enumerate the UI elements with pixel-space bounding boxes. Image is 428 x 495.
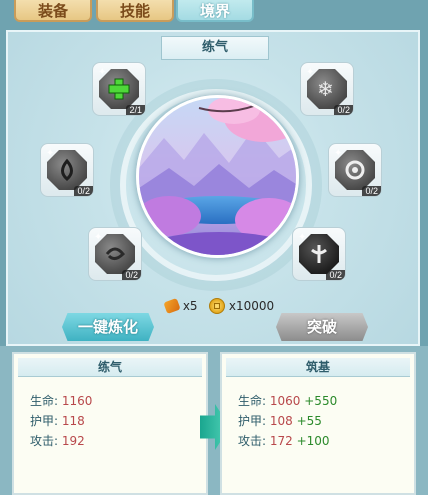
next-stat-armor: 护甲: 108 +55 bbox=[238, 414, 322, 428]
realm-title: 练气 bbox=[161, 36, 269, 60]
next-realm-card: 筑基 生命: 1060 +550 护甲: 108 +55 攻击: 172 +10… bbox=[220, 352, 416, 495]
sparkle-icon: ✦ bbox=[98, 67, 107, 78]
tab-bar: 装备 技能 境界 bbox=[0, 0, 428, 26]
current-stat-attack: 攻击: 192 bbox=[30, 434, 85, 448]
slot-count: 0/2 bbox=[362, 186, 381, 196]
slot-count: 0/2 bbox=[326, 270, 345, 280]
slot-1[interactable]: ✦ 2/1 bbox=[92, 62, 146, 116]
slot-count: 0/2 bbox=[334, 105, 353, 115]
slot-count: 2/1 bbox=[126, 105, 145, 115]
next-realm-title: 筑基 bbox=[226, 358, 410, 377]
current-realm-title: 练气 bbox=[18, 358, 202, 377]
scroll-amount: x5 bbox=[182, 299, 198, 313]
sparkle-icon: ✦ bbox=[306, 67, 315, 78]
slot-4[interactable]: ✦ 0/2 bbox=[328, 143, 382, 197]
current-stat-armor: 护甲: 118 bbox=[30, 414, 85, 428]
slot-3[interactable]: ✦ 0/2 bbox=[40, 143, 94, 197]
current-stat-hp: 生命: 1160 bbox=[30, 394, 93, 408]
scroll-icon bbox=[163, 297, 181, 315]
sparkle-icon: ✦ bbox=[94, 232, 103, 243]
refine-all-button[interactable]: 一键炼化 bbox=[62, 313, 154, 341]
current-realm-card: 练气 生命: 1160 护甲: 118 攻击: 192 bbox=[12, 352, 208, 495]
slot-count: 0/2 bbox=[122, 270, 141, 280]
next-stat-attack: 攻击: 172 +100 bbox=[238, 434, 330, 448]
tab-equipment[interactable]: 装备 bbox=[14, 0, 92, 22]
cost-row: x5 x10000 bbox=[163, 297, 275, 315]
tab-skills[interactable]: 技能 bbox=[96, 0, 174, 22]
slot-2[interactable]: ❄ ✦ 0/2 bbox=[300, 62, 354, 116]
tab-realm[interactable]: 境界 bbox=[176, 0, 254, 22]
realm-landscape-image bbox=[136, 95, 299, 258]
slot-count: 0/2 bbox=[74, 186, 93, 196]
slot-6[interactable]: ✦ 0/2 bbox=[292, 227, 346, 281]
sparkle-icon: ✦ bbox=[46, 148, 55, 159]
coin-icon bbox=[209, 298, 226, 314]
next-stat-hp: 生命: 1060 +550 bbox=[238, 394, 338, 408]
breakthrough-button[interactable]: 突破 bbox=[276, 313, 368, 341]
sparkle-icon: ✦ bbox=[334, 148, 343, 159]
sparkle-icon: ✦ bbox=[298, 232, 307, 243]
svg-text:❄: ❄ bbox=[317, 77, 334, 101]
coin-amount: x10000 bbox=[228, 299, 275, 313]
slot-5[interactable]: ✦ 0/2 bbox=[88, 227, 142, 281]
